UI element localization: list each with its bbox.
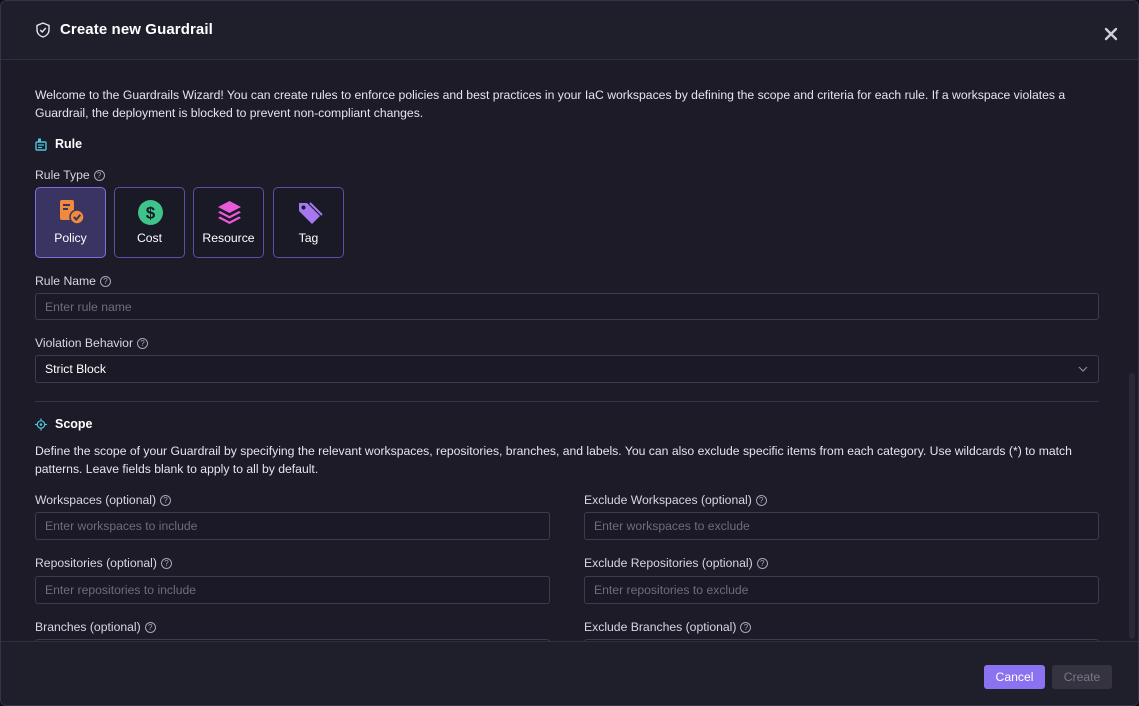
rule-type-label-text: Rule Type xyxy=(35,168,90,182)
dialog-footer: Cancel Create xyxy=(1,641,1138,705)
exclude-repositories-input[interactable] xyxy=(584,576,1099,604)
rule-name-input[interactable] xyxy=(35,293,1099,320)
scrollbar[interactable] xyxy=(1129,373,1135,639)
rule-type-policy-label: Policy xyxy=(54,231,87,245)
violation-behavior-value: Strict Block xyxy=(45,362,106,376)
rule-type-policy[interactable]: Policy xyxy=(35,187,106,258)
help-icon[interactable]: ? xyxy=(99,276,111,287)
rule-name-label-text: Rule Name xyxy=(35,274,96,288)
help-icon[interactable]: ? xyxy=(144,622,156,633)
exclude-branches-label: Exclude Branches (optional)? xyxy=(584,620,752,634)
dialog-body: Welcome to the Guardrails Wizard! You ca… xyxy=(1,61,1138,641)
scope-description: Define the scope of your Guardrail by sp… xyxy=(35,444,1072,476)
exclude-branches-label-text: Exclude Branches (optional) xyxy=(584,620,737,634)
close-icon[interactable] xyxy=(1103,26,1119,42)
rule-name-label: Rule Name? xyxy=(35,274,111,288)
repositories-label-text: Repositories (optional) xyxy=(35,556,157,570)
target-icon xyxy=(35,418,47,431)
violation-behavior-select[interactable]: Strict Block xyxy=(35,355,1099,383)
scope-section-label: Scope xyxy=(55,417,93,431)
help-icon[interactable]: ? xyxy=(160,495,172,506)
cancel-button[interactable]: Cancel xyxy=(984,665,1045,689)
help-icon[interactable]: ? xyxy=(160,558,172,569)
shield-icon xyxy=(36,22,50,38)
exclude-workspaces-input[interactable] xyxy=(584,512,1099,540)
violation-behavior-label: Violation Behavior? xyxy=(35,336,149,350)
exclude-workspaces-label: Exclude Workspaces (optional)? xyxy=(584,493,767,507)
rule-type-tag[interactable]: Tag xyxy=(273,187,344,258)
help-icon[interactable]: ? xyxy=(137,338,149,349)
tag-icon xyxy=(299,202,323,224)
help-icon[interactable]: ? xyxy=(740,622,752,633)
rule-type-resource-label: Resource xyxy=(202,231,255,245)
layers-icon xyxy=(218,201,241,224)
exclude-repositories-label-text: Exclude Repositories (optional) xyxy=(584,556,753,570)
branches-label: Branches (optional)? xyxy=(35,620,156,634)
rule-type-tag-label: Tag xyxy=(298,231,319,245)
dialog-title: Create new Guardrail xyxy=(60,21,213,38)
chevron-down-icon xyxy=(1078,366,1088,372)
section-divider xyxy=(35,401,1099,402)
dollar-icon: $ xyxy=(138,200,163,225)
rule-type-label: Rule Type? xyxy=(35,168,105,182)
rule-type-cost-label: Cost xyxy=(136,231,163,245)
intro-text: Welcome to the Guardrails Wizard! You ca… xyxy=(35,88,1066,120)
branches-label-text: Branches (optional) xyxy=(35,620,141,634)
rule-type-resource[interactable]: Resource xyxy=(193,187,264,258)
help-icon[interactable]: ? xyxy=(755,495,767,506)
violation-behavior-label-text: Violation Behavior xyxy=(35,336,134,350)
repositories-label: Repositories (optional)? xyxy=(35,556,172,570)
policy-icon xyxy=(60,200,85,225)
exclude-workspaces-label-text: Exclude Workspaces (optional) xyxy=(584,493,752,507)
rule-type-cost[interactable]: $ Cost xyxy=(114,187,185,258)
help-icon[interactable]: ? xyxy=(756,558,768,569)
dialog-header: Create new Guardrail xyxy=(1,1,1138,60)
help-icon[interactable]: ? xyxy=(93,170,105,181)
exclude-repositories-label: Exclude Repositories (optional)? xyxy=(584,556,768,570)
create-button[interactable]: Create xyxy=(1052,665,1112,689)
repositories-input[interactable] xyxy=(35,576,550,604)
workspaces-label-text: Workspaces (optional) xyxy=(35,493,157,507)
workspaces-input[interactable] xyxy=(35,512,550,540)
rule-section-label: Rule xyxy=(55,137,83,151)
create-guardrail-dialog: Create new Guardrail Welcome to the Guar… xyxy=(0,0,1139,706)
rule-icon xyxy=(35,138,47,151)
workspaces-label: Workspaces (optional)? xyxy=(35,493,172,507)
svg-text:$: $ xyxy=(146,204,156,223)
